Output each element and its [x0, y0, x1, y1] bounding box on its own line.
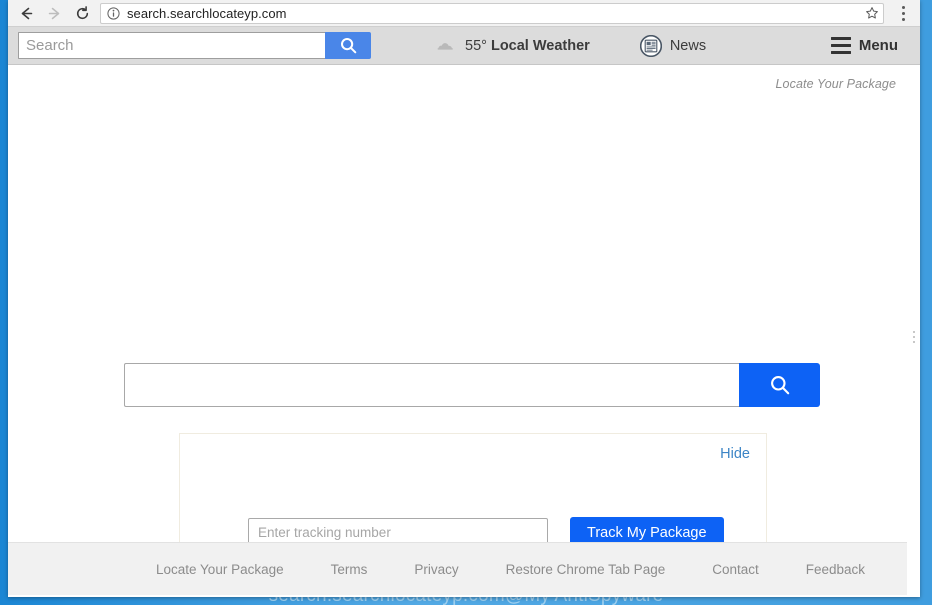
- toolbar-search-group: [18, 32, 371, 59]
- address-bar-url: search.searchlocateyp.com: [127, 6, 859, 21]
- page-info-icon[interactable]: [107, 7, 120, 20]
- search-icon: [339, 36, 358, 55]
- page-footer: Locate Your Package Terms Privacy Restor…: [8, 542, 920, 595]
- page-content: Locate Your Package Hide Track My Packag…: [8, 65, 920, 595]
- bookmark-star-icon[interactable]: [865, 6, 879, 20]
- reload-icon: [74, 5, 91, 22]
- weather-temp: 55°: [465, 38, 487, 54]
- toolbar-news[interactable]: News: [640, 35, 706, 57]
- locate-your-package-link-top[interactable]: Locate Your Package: [775, 77, 896, 91]
- page-scrollbar[interactable]: [907, 131, 920, 595]
- main-search-input[interactable]: [124, 363, 739, 407]
- footer-link-locate-your-package[interactable]: Locate Your Package: [156, 562, 284, 577]
- forward-arrow-icon: [46, 5, 63, 22]
- news-icon: [640, 35, 662, 57]
- toolbar-weather[interactable]: 55° Local Weather: [436, 38, 590, 54]
- toolbar-news-label: News: [670, 38, 706, 54]
- main-search-group: [124, 363, 820, 407]
- footer-link-restore-chrome-tab-page[interactable]: Restore Chrome Tab Page: [506, 562, 666, 577]
- toolbar-menu-label: Menu: [859, 37, 898, 54]
- newspaper-circle-icon: [640, 35, 662, 57]
- scrollbar-grip[interactable]: [911, 329, 916, 344]
- screenshot-frame: search.searchlocateyp.com@My AntiSpyware: [0, 0, 932, 605]
- back-button[interactable]: [12, 0, 40, 26]
- hide-panel-link[interactable]: Hide: [720, 446, 750, 462]
- toolbar-menu-button[interactable]: Menu: [831, 35, 898, 56]
- three-dots-icon: [902, 4, 905, 22]
- cloud-icon: [436, 39, 456, 53]
- chrome-menu-button[interactable]: [890, 0, 916, 26]
- reload-button[interactable]: [68, 0, 96, 26]
- toolbar-search-button[interactable]: [325, 32, 371, 59]
- footer-links: Locate Your Package Terms Privacy Restor…: [156, 562, 865, 577]
- site-toolbar: 55° Local Weather Ne: [8, 27, 920, 65]
- back-arrow-icon: [18, 5, 35, 22]
- forward-button[interactable]: [40, 0, 68, 26]
- toolbar-search-input[interactable]: [18, 32, 325, 59]
- info-circle-icon: [107, 7, 120, 20]
- footer-link-contact[interactable]: Contact: [712, 562, 759, 577]
- star-icon: [865, 6, 879, 20]
- browser-window: search.searchlocateyp.com: [8, 0, 920, 597]
- browser-toolbar: search.searchlocateyp.com: [8, 0, 920, 27]
- search-icon: [768, 373, 792, 397]
- footer-link-terms[interactable]: Terms: [331, 562, 368, 577]
- main-search-button[interactable]: [739, 363, 820, 407]
- address-bar[interactable]: search.searchlocateyp.com: [100, 3, 884, 24]
- cloud-glyph: [436, 39, 456, 53]
- weather-label: Local Weather: [491, 38, 590, 54]
- footer-link-feedback[interactable]: Feedback: [806, 562, 865, 577]
- toolbar-weather-text: 55° Local Weather: [465, 38, 590, 54]
- hamburger-menu-icon: [831, 35, 851, 56]
- footer-link-privacy[interactable]: Privacy: [414, 562, 458, 577]
